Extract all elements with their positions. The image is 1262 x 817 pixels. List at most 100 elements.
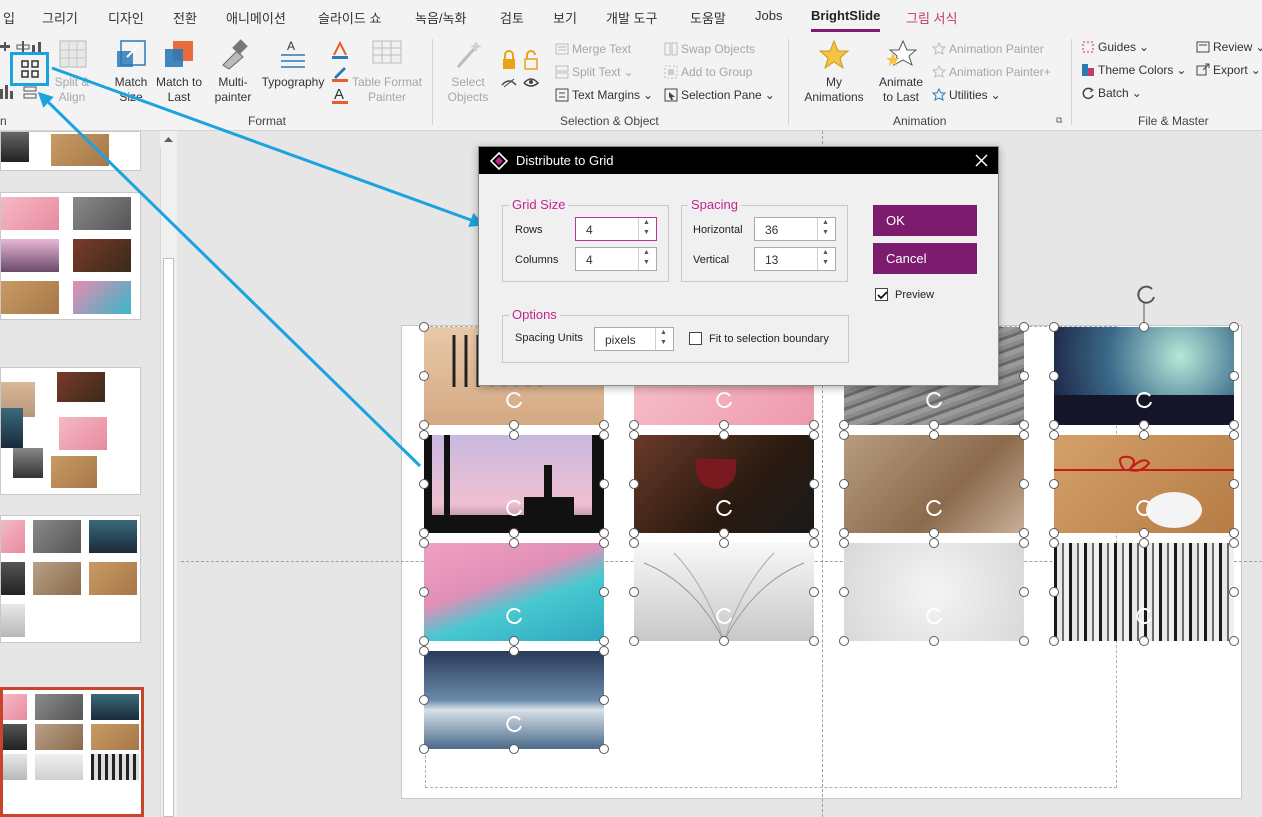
- resize-handle[interactable]: [419, 430, 429, 440]
- resize-handle[interactable]: [599, 430, 609, 440]
- spacing-units-arrows[interactable]: ▲ ▼: [655, 328, 673, 350]
- resize-handle[interactable]: [599, 538, 609, 548]
- rotate-icon[interactable]: [1136, 500, 1152, 517]
- resize-handle[interactable]: [1139, 636, 1149, 646]
- resize-handle[interactable]: [1049, 587, 1059, 597]
- resize-handle[interactable]: [1229, 587, 1239, 597]
- resize-handle[interactable]: [509, 538, 519, 548]
- resize-handle[interactable]: [509, 646, 519, 656]
- resize-handle[interactable]: [1229, 538, 1239, 548]
- rotate-icon[interactable]: [716, 500, 732, 517]
- resize-handle[interactable]: [509, 528, 519, 538]
- resize-handle[interactable]: [809, 538, 819, 548]
- resize-handle[interactable]: [599, 636, 609, 646]
- resize-handle[interactable]: [1049, 528, 1059, 538]
- resize-handle[interactable]: [1049, 430, 1059, 440]
- resize-handle[interactable]: [419, 538, 429, 548]
- columns-spin-arrows[interactable]: ▲ ▼: [638, 248, 656, 270]
- rows-spin-arrows[interactable]: ▲ ▼: [638, 218, 656, 240]
- resize-handle[interactable]: [419, 695, 429, 705]
- columns-spinner[interactable]: 4 ▲ ▼: [575, 247, 657, 271]
- resize-handle[interactable]: [629, 528, 639, 538]
- resize-handle[interactable]: [629, 636, 639, 646]
- vertical-spacing-spinner[interactable]: 13 ▲ ▼: [754, 247, 836, 271]
- resize-handle[interactable]: [629, 479, 639, 489]
- resize-handle[interactable]: [809, 420, 819, 430]
- vertical-spin-arrows[interactable]: ▲ ▼: [817, 248, 835, 270]
- resize-handle[interactable]: [1139, 420, 1149, 430]
- resize-handle[interactable]: [419, 744, 429, 754]
- resize-handle[interactable]: [719, 528, 729, 538]
- rotate-icon[interactable]: [506, 392, 522, 409]
- resize-handle[interactable]: [1229, 479, 1239, 489]
- resize-handle[interactable]: [629, 430, 639, 440]
- resize-handle[interactable]: [1229, 430, 1239, 440]
- fit-to-selection-checkbox[interactable]: [689, 332, 702, 345]
- resize-handle[interactable]: [419, 420, 429, 430]
- rotate-icon[interactable]: [506, 608, 522, 625]
- resize-handle[interactable]: [509, 744, 519, 754]
- resize-handle[interactable]: [599, 479, 609, 489]
- resize-handle[interactable]: [839, 420, 849, 430]
- rotate-icon[interactable]: [1136, 608, 1152, 625]
- rotate-icon[interactable]: [506, 716, 522, 733]
- resize-handle[interactable]: [809, 636, 819, 646]
- resize-handle[interactable]: [1019, 528, 1029, 538]
- rotate-icon[interactable]: [1136, 392, 1152, 409]
- resize-handle[interactable]: [599, 744, 609, 754]
- resize-handle[interactable]: [929, 538, 939, 548]
- resize-handle[interactable]: [1229, 371, 1239, 381]
- resize-handle[interactable]: [1229, 528, 1239, 538]
- resize-handle[interactable]: [929, 430, 939, 440]
- resize-handle[interactable]: [839, 479, 849, 489]
- horizontal-spin-arrows[interactable]: ▲ ▼: [817, 218, 835, 240]
- resize-handle[interactable]: [599, 695, 609, 705]
- resize-handle[interactable]: [1019, 636, 1029, 646]
- resize-handle[interactable]: [1049, 420, 1059, 430]
- resize-handle[interactable]: [419, 646, 429, 656]
- resize-handle[interactable]: [509, 636, 519, 646]
- preview-checkbox[interactable]: [875, 288, 888, 301]
- resize-handle[interactable]: [629, 420, 639, 430]
- resize-handle[interactable]: [809, 430, 819, 440]
- resize-handle[interactable]: [1049, 322, 1059, 332]
- rotate-icon[interactable]: [716, 608, 732, 625]
- rotate-handle-icon[interactable]: [1137, 285, 1155, 304]
- resize-handle[interactable]: [1019, 371, 1029, 381]
- resize-handle[interactable]: [809, 479, 819, 489]
- resize-handle[interactable]: [509, 430, 519, 440]
- resize-handle[interactable]: [839, 538, 849, 548]
- resize-handle[interactable]: [419, 371, 429, 381]
- resize-handle[interactable]: [719, 538, 729, 548]
- resize-handle[interactable]: [1019, 587, 1029, 597]
- resize-handle[interactable]: [809, 528, 819, 538]
- resize-handle[interactable]: [719, 430, 729, 440]
- close-icon[interactable]: [975, 154, 988, 167]
- resize-handle[interactable]: [419, 528, 429, 538]
- resize-handle[interactable]: [929, 636, 939, 646]
- resize-handle[interactable]: [509, 420, 519, 430]
- resize-handle[interactable]: [1019, 322, 1029, 332]
- resize-handle[interactable]: [599, 420, 609, 430]
- rotate-icon[interactable]: [926, 500, 942, 517]
- rows-spinner[interactable]: 4 ▲ ▼: [575, 217, 657, 241]
- resize-handle[interactable]: [1019, 420, 1029, 430]
- ok-button[interactable]: OK: [873, 205, 977, 236]
- resize-handle[interactable]: [1049, 538, 1059, 548]
- resize-handle[interactable]: [1229, 322, 1239, 332]
- resize-handle[interactable]: [1049, 371, 1059, 381]
- resize-handle[interactable]: [719, 420, 729, 430]
- resize-handle[interactable]: [839, 430, 849, 440]
- rotate-icon[interactable]: [926, 608, 942, 625]
- resize-handle[interactable]: [629, 538, 639, 548]
- resize-handle[interactable]: [599, 528, 609, 538]
- resize-handle[interactable]: [1229, 420, 1239, 430]
- resize-handle[interactable]: [839, 587, 849, 597]
- resize-handle[interactable]: [839, 528, 849, 538]
- resize-handle[interactable]: [929, 420, 939, 430]
- cancel-button[interactable]: Cancel: [873, 243, 977, 274]
- resize-handle[interactable]: [929, 528, 939, 538]
- resize-handle[interactable]: [1049, 479, 1059, 489]
- resize-handle[interactable]: [599, 587, 609, 597]
- resize-handle[interactable]: [1019, 538, 1029, 548]
